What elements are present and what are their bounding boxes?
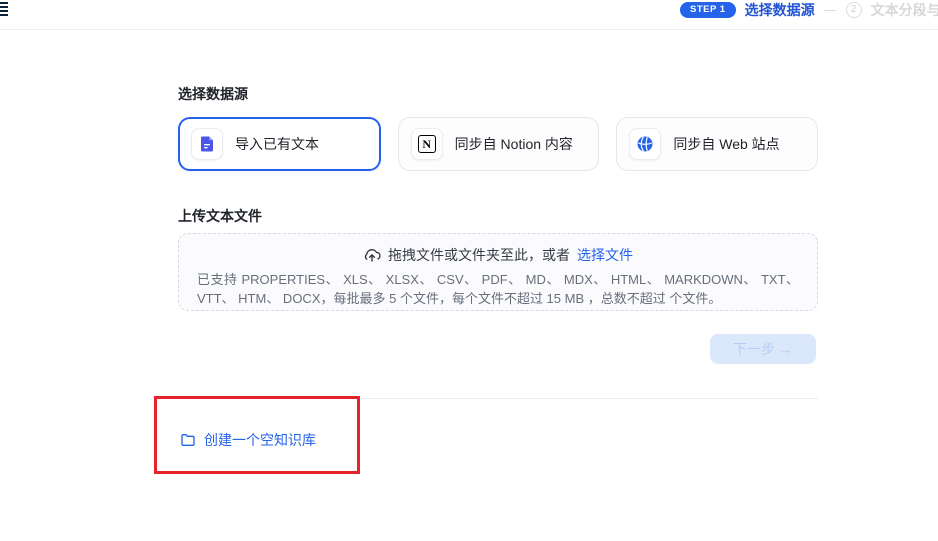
upload-cloud-icon [363,246,381,264]
step2-label: 文本分段与清洗 [871,0,938,20]
datasource-card-import-text[interactable]: 导入已有文本 [178,117,381,171]
create-knowledge-page: STEP 1 选择数据源 — 2 文本分段与清洗 选择数据源 导入已有文本 [0,0,938,541]
dropzone-text: 拖拽文件或文件夹至此，或者 [388,245,570,265]
datasource-options: 导入已有文本 N 同步自 Notion 内容 同步自 Web 站点 [178,117,818,171]
globe-icon [629,128,661,160]
datasource-card-notion[interactable]: N 同步自 Notion 内容 [398,117,600,171]
next-step-button[interactable]: 下一步 → [710,334,816,364]
step-separator: — [824,2,837,17]
main-content: 选择数据源 导入已有文本 N 同步自 Notion 内容 [178,0,818,541]
create-empty-kb-link[interactable]: 创建一个空知识库 [180,430,316,450]
browse-files-link[interactable]: 选择文件 [577,245,633,265]
notion-icon: N [411,128,443,160]
folder-icon [180,432,196,448]
file-dropzone[interactable]: 拖拽文件或文件夹至此，或者 选择文件 已支持 PROPERTIES、 XLS、 … [178,233,818,311]
datasource-card-label: 同步自 Notion 内容 [455,134,573,154]
upload-section-title: 上传文本文件 [178,209,262,224]
footer-divider [178,398,818,399]
menu-icon[interactable] [0,2,8,16]
dropzone-instruction: 拖拽文件或文件夹至此，或者 选择文件 [197,245,799,265]
step2-number-badge: 2 [846,2,862,18]
supported-files-hint: 已支持 PROPERTIES、 XLS、 XLSX、 CSV、 PDF、 MD、… [197,270,799,308]
file-text-icon [191,128,223,160]
create-empty-kb-label: 创建一个空知识库 [204,430,316,450]
datasource-card-web[interactable]: 同步自 Web 站点 [616,117,818,171]
datasource-card-label: 同步自 Web 站点 [673,134,779,154]
datasource-section-title: 选择数据源 [178,87,248,102]
datasource-card-label: 导入已有文本 [235,134,319,154]
